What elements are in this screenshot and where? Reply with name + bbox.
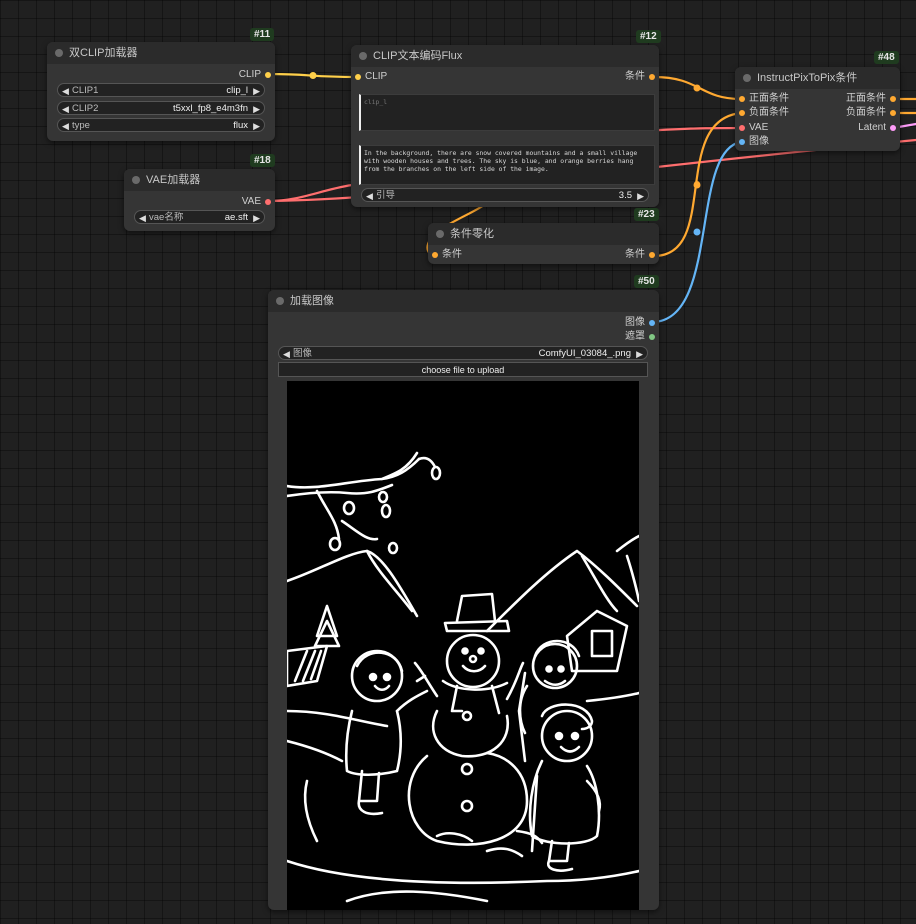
clip-l-placeholder: clip_l — [364, 98, 388, 106]
input-vae-label: VAE — [749, 122, 769, 133]
arrow-right-icon[interactable]: ▶ — [253, 119, 260, 133]
node-title-bar[interactable]: CLIP文本编码Flux — [351, 45, 659, 67]
node-id-badge: #11 — [250, 28, 275, 41]
node-title: 双CLIP加载器 — [69, 47, 138, 59]
widget-value: t5xxl_fp8_e4m3fn — [173, 103, 248, 114]
arrow-left-icon[interactable]: ◀ — [62, 84, 69, 98]
node-id-badge: #18 — [250, 154, 275, 167]
output-clip-label: CLIP — [238, 69, 261, 80]
widget-label: 图像 — [293, 348, 313, 359]
input-clip-label: CLIP — [365, 71, 388, 82]
line-art-drawing — [285, 451, 641, 903]
widget-label: vae名称 — [149, 212, 184, 223]
output-conditioning-port[interactable] — [649, 252, 655, 258]
widget-label: CLIP1 — [72, 85, 99, 96]
node-title: InstructPixToPix条件 — [757, 72, 858, 84]
input-conditioning-port[interactable] — [432, 252, 438, 258]
output-latent-label: Latent — [858, 122, 886, 133]
output-conditioning-label: 条件 — [625, 71, 645, 82]
widget-label: CLIP2 — [72, 103, 99, 114]
node-id-badge: #23 — [634, 208, 659, 221]
widget-value: ae.sft — [224, 212, 248, 223]
arrow-left-icon[interactable]: ◀ — [283, 347, 290, 361]
collapse-dot-icon[interactable] — [55, 49, 63, 57]
node-id-badge: #50 — [634, 275, 659, 288]
input-clip-port[interactable] — [355, 74, 361, 80]
output-negative-port[interactable] — [890, 110, 896, 116]
input-vae-port[interactable] — [739, 125, 745, 131]
node-title-bar[interactable]: 加载图像 — [268, 290, 659, 312]
output-positive-port[interactable] — [890, 96, 896, 102]
clip-l-textarea[interactable]: clip_l — [359, 94, 655, 131]
widget-label: 引导 — [376, 190, 396, 201]
arrow-right-icon[interactable]: ▶ — [636, 347, 643, 361]
output-positive-label: 正面条件 — [846, 93, 886, 104]
node-title-bar[interactable]: InstructPixToPix条件 — [735, 67, 900, 89]
choose-file-button[interactable]: choose file to upload — [278, 362, 648, 377]
vae-loader-node[interactable]: VAE加载器 VAE ◀ vae名称 ae.sft ▶ — [124, 169, 275, 231]
output-image-label: 图像 — [625, 317, 645, 328]
image-preview — [285, 381, 641, 910]
arrow-right-icon[interactable]: ▶ — [253, 84, 260, 98]
output-conditioning-port[interactable] — [649, 74, 655, 80]
arrow-right-icon[interactable]: ▶ — [253, 211, 260, 225]
t5xxl-textarea[interactable]: In the background, there are snow covere… — [359, 145, 655, 185]
clip-text-encode-flux-node[interactable]: CLIP文本编码Flux CLIP 条件 clip_l In the backg… — [351, 45, 659, 207]
output-mask-port[interactable] — [649, 334, 655, 340]
collapse-dot-icon[interactable] — [276, 297, 284, 305]
clip1-combo[interactable]: ◀ CLIP1 clip_l ▶ — [57, 83, 265, 97]
guidance-number[interactable]: ◀ 引导 3.5 ▶ — [361, 188, 649, 202]
load-image-node[interactable]: 加载图像 图像 遮罩 ◀ 图像 ComfyUI_03084_.png ▶ cho… — [268, 290, 659, 910]
node-id-badge: #48 — [874, 51, 899, 64]
output-clip-port[interactable] — [265, 72, 271, 78]
output-mask-label: 遮罩 — [625, 331, 645, 342]
node-id-badge: #12 — [636, 30, 661, 43]
arrow-right-icon[interactable]: ▶ — [253, 102, 260, 116]
output-vae-port[interactable] — [265, 199, 271, 205]
node-title: CLIP文本编码Flux — [373, 50, 463, 62]
arrow-left-icon[interactable]: ◀ — [139, 211, 146, 225]
collapse-dot-icon[interactable] — [359, 52, 367, 60]
clip2-combo[interactable]: ◀ CLIP2 t5xxl_fp8_e4m3fn ▶ — [57, 101, 265, 115]
t5xxl-text: In the background, there are snow covere… — [364, 149, 638, 173]
widget-value: clip_l — [226, 85, 248, 96]
collapse-dot-icon[interactable] — [436, 230, 444, 238]
output-latent-port[interactable] — [890, 125, 896, 131]
input-negative-label: 负面条件 — [749, 107, 789, 118]
conditioning-zero-out-node[interactable]: 条件零化 条件 条件 — [428, 223, 659, 264]
output-negative-label: 负面条件 — [846, 107, 886, 118]
input-conditioning-label: 条件 — [442, 249, 462, 260]
widget-value: 3.5 — [618, 190, 632, 201]
input-positive-port[interactable] — [739, 96, 745, 102]
instruct-pix2pix-node[interactable]: InstructPixToPix条件 正面条件 负面条件 VAE 图像 正面条件… — [735, 67, 900, 151]
type-combo[interactable]: ◀ type flux ▶ — [57, 118, 265, 132]
input-image-port[interactable] — [739, 139, 745, 145]
node-title-bar[interactable]: 双CLIP加载器 — [47, 42, 275, 64]
output-vae-label: VAE — [241, 196, 261, 207]
output-conditioning-label: 条件 — [625, 249, 645, 260]
widget-label: type — [72, 120, 90, 131]
collapse-dot-icon[interactable] — [132, 176, 140, 184]
widget-value: ComfyUI_03084_.png — [538, 348, 631, 359]
widget-value: flux — [233, 120, 248, 131]
arrow-left-icon[interactable]: ◀ — [366, 189, 373, 203]
arrow-left-icon[interactable]: ◀ — [62, 119, 69, 133]
image-file-combo[interactable]: ◀ 图像 ComfyUI_03084_.png ▶ — [278, 346, 648, 360]
node-title-bar[interactable]: 条件零化 — [428, 223, 659, 245]
arrow-left-icon[interactable]: ◀ — [62, 102, 69, 116]
input-positive-label: 正面条件 — [749, 93, 789, 104]
node-title-bar[interactable]: VAE加载器 — [124, 169, 275, 191]
node-title: VAE加载器 — [146, 174, 201, 186]
arrow-right-icon[interactable]: ▶ — [637, 189, 644, 203]
input-image-label: 图像 — [749, 136, 769, 147]
node-title: 条件零化 — [450, 228, 494, 240]
output-image-port[interactable] — [649, 320, 655, 326]
input-negative-port[interactable] — [739, 110, 745, 116]
vae-name-combo[interactable]: ◀ vae名称 ae.sft ▶ — [134, 210, 265, 224]
dual-clip-loader-node[interactable]: 双CLIP加载器 CLIP ◀ CLIP1 clip_l ▶ ◀ CLIP2 t… — [47, 42, 275, 141]
node-title: 加载图像 — [290, 295, 334, 307]
collapse-dot-icon[interactable] — [743, 74, 751, 82]
